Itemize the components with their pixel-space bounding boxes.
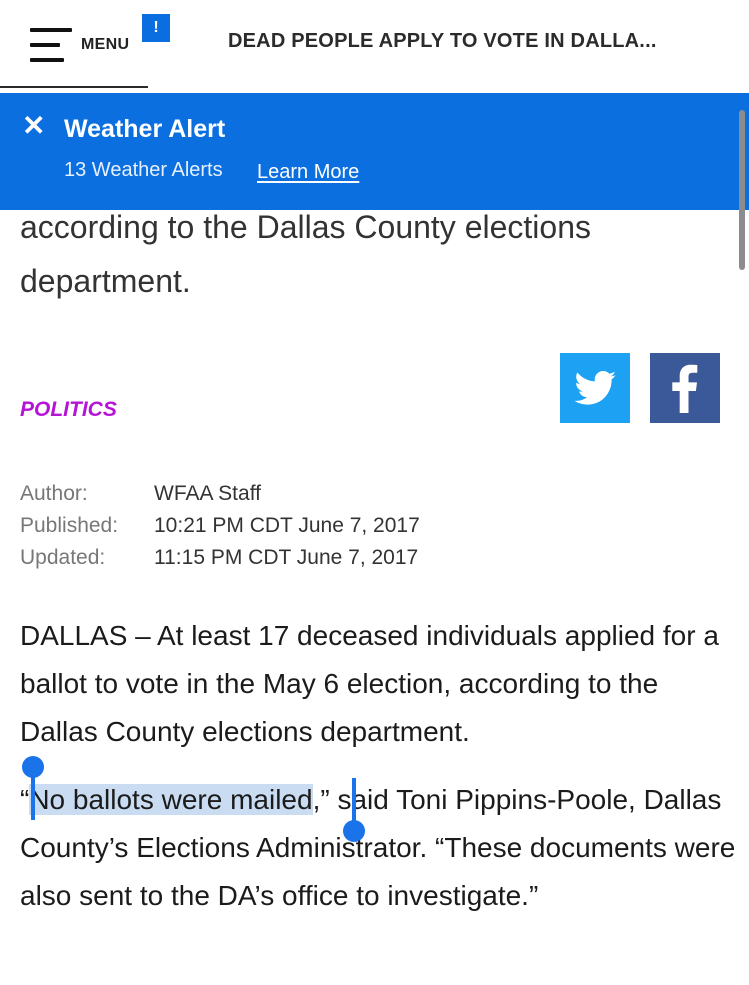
menu-underline bbox=[0, 86, 148, 88]
meta-value: WFAA Staff bbox=[154, 482, 261, 505]
selection-end-knob[interactable] bbox=[343, 820, 365, 842]
weather-alert-count: 13 Weather Alerts bbox=[64, 159, 223, 181]
twitter-icon bbox=[574, 371, 616, 405]
open-quote: “ bbox=[20, 784, 30, 815]
scrollbar[interactable] bbox=[739, 110, 745, 270]
article-paragraph: DALLAS – At least 17 deceased individual… bbox=[20, 620, 719, 747]
facebook-share-button[interactable] bbox=[650, 353, 720, 423]
weather-alert-banner: ✕ Weather Alert 13 Weather Alerts Learn … bbox=[0, 93, 749, 210]
article-fragment: according to the Dallas County elections… bbox=[20, 209, 591, 299]
meta-label: Author: bbox=[20, 482, 88, 505]
meta-value: 11:15 PM CDT June 7, 2017 bbox=[154, 546, 419, 569]
site-header: MENU ! DEAD PEOPLE APPLY TO VOTE IN DALL… bbox=[0, 0, 749, 88]
menu-label: MENU bbox=[81, 36, 130, 53]
selection-start-knob[interactable] bbox=[22, 756, 44, 778]
alert-badge[interactable]: ! bbox=[142, 14, 170, 42]
close-icon[interactable]: ✕ bbox=[22, 111, 45, 141]
facebook-icon bbox=[672, 364, 698, 413]
meta-row-published: Published: 10:21 PM CDT June 7, 2017 bbox=[20, 510, 420, 542]
weather-alert-title: Weather Alert bbox=[64, 115, 226, 143]
article-meta: Author: WFAA Staff Published: 10:21 PM C… bbox=[20, 478, 420, 574]
meta-label: Updated: bbox=[20, 546, 106, 569]
learn-more-link[interactable]: Learn More bbox=[257, 161, 359, 184]
menu-button[interactable]: MENU bbox=[26, 22, 156, 70]
page-headline: DEAD PEOPLE APPLY TO VOTE IN DALLA... bbox=[228, 30, 657, 52]
section-label[interactable]: POLITICS bbox=[20, 398, 117, 422]
meta-row-author: Author: WFAA Staff bbox=[20, 478, 420, 510]
meta-value: 10:21 PM CDT June 7, 2017 bbox=[154, 514, 420, 537]
hamburger-icon bbox=[30, 28, 72, 62]
selected-text[interactable]: No ballots were mailed bbox=[29, 784, 313, 815]
meta-row-updated: Updated: 11:15 PM CDT June 7, 2017 bbox=[20, 542, 420, 574]
meta-label: Published: bbox=[20, 514, 119, 537]
twitter-share-button[interactable] bbox=[560, 353, 630, 423]
article-paragraph: “No ballots were mailed,” said Toni Pipp… bbox=[20, 776, 740, 920]
